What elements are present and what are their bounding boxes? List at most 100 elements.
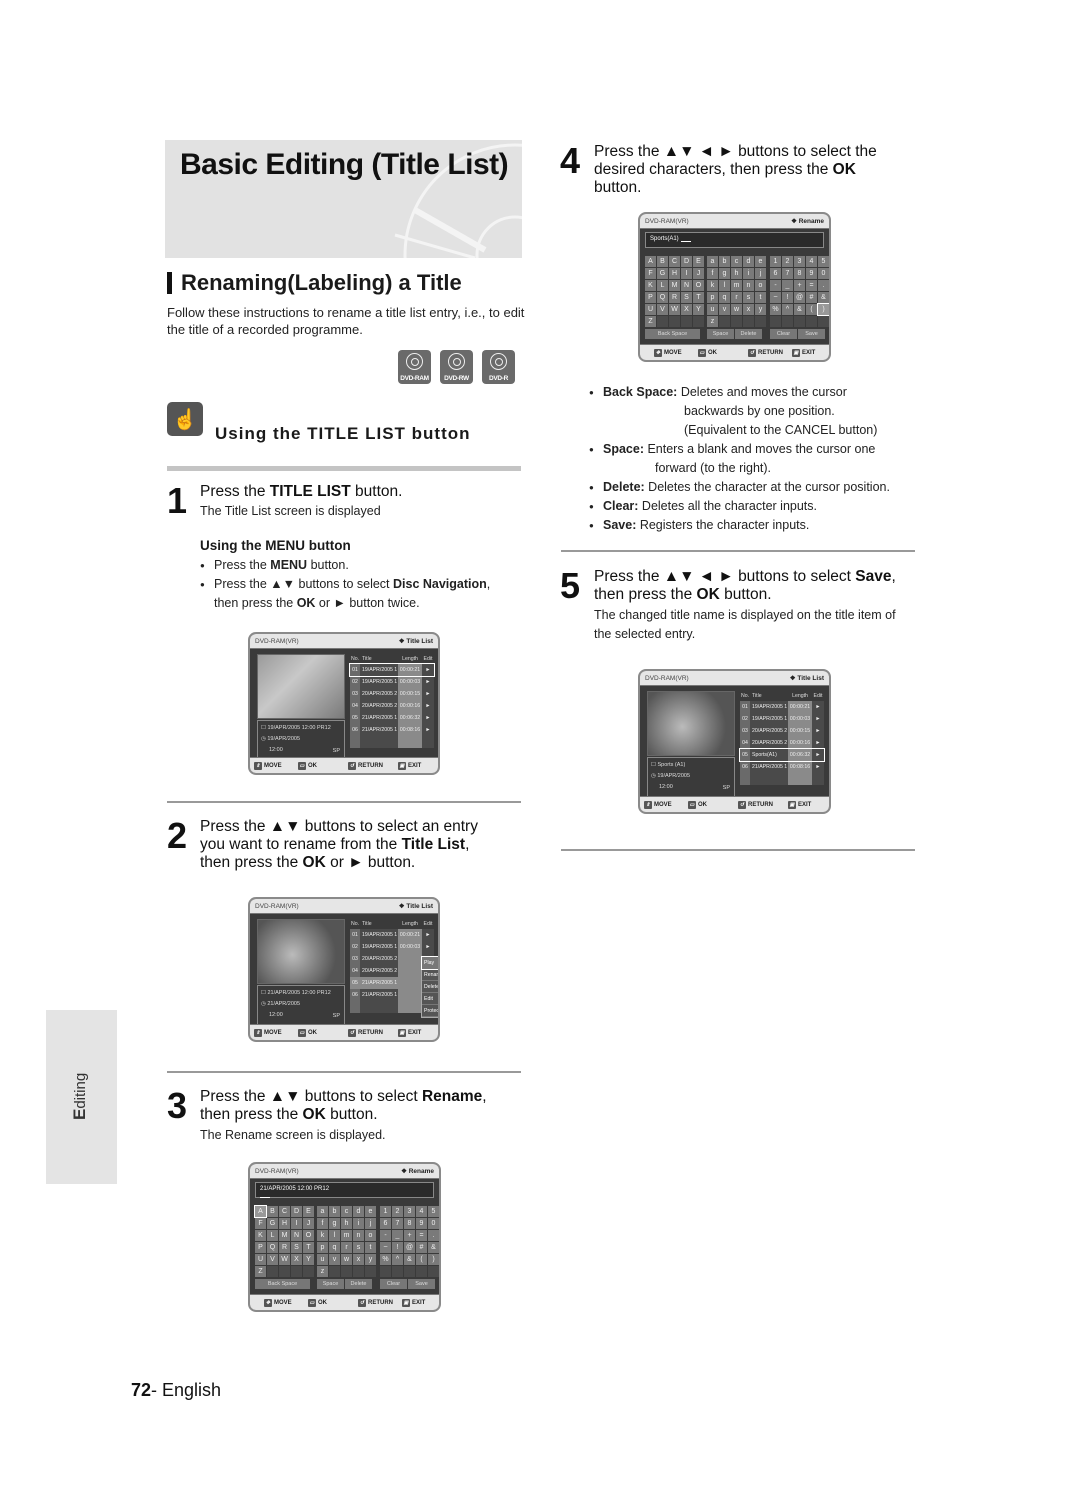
key[interactable]: & xyxy=(794,304,805,315)
key[interactable]: G xyxy=(267,1218,278,1229)
key[interactable]: T xyxy=(303,1242,314,1253)
key[interactable]: j xyxy=(365,1218,376,1229)
key[interactable]: F xyxy=(645,268,656,279)
key[interactable]: I xyxy=(291,1218,302,1229)
key[interactable]: D xyxy=(291,1206,302,1217)
key[interactable]: H xyxy=(669,268,680,279)
key[interactable]: e xyxy=(365,1206,376,1217)
key[interactable]: n xyxy=(353,1230,364,1241)
key[interactable]: % xyxy=(770,304,781,315)
key[interactable]: L xyxy=(657,280,668,291)
key[interactable]: & xyxy=(818,292,829,303)
space-button[interactable]: Space xyxy=(317,1279,344,1289)
key[interactable]: U xyxy=(255,1254,266,1265)
edit-arrow-icon[interactable]: ► xyxy=(422,712,434,724)
edit-arrow-icon[interactable]: ► xyxy=(812,749,824,761)
key[interactable]: l xyxy=(329,1230,340,1241)
key[interactable]: V xyxy=(657,304,668,315)
key[interactable]: h xyxy=(731,268,742,279)
key[interactable]: 3 xyxy=(794,256,805,267)
key[interactable]: 6 xyxy=(380,1218,391,1229)
key[interactable]: ~ xyxy=(770,292,781,303)
key[interactable]: Y xyxy=(303,1254,314,1265)
key[interactable]: a xyxy=(707,256,718,267)
key[interactable]: 2 xyxy=(782,256,793,267)
table-row[interactable]: 06 21/APR/2005 1 00:08:16 ► xyxy=(350,724,434,736)
edit-arrow-icon[interactable]: ► xyxy=(812,761,824,773)
back-space-button[interactable]: Back Space xyxy=(255,1279,310,1289)
key[interactable]: m xyxy=(341,1230,352,1241)
key[interactable]: g xyxy=(719,268,730,279)
key[interactable]: s xyxy=(353,1242,364,1253)
key[interactable]: + xyxy=(404,1230,415,1241)
key[interactable]: W xyxy=(279,1254,290,1265)
key[interactable]: - xyxy=(380,1230,391,1241)
popup-item-edit[interactable]: Edit xyxy=(422,993,438,1005)
key[interactable]: 0 xyxy=(428,1218,439,1229)
key[interactable]: 8 xyxy=(404,1218,415,1229)
table-row[interactable]: 02 19/APR/2005 1 00:00:03 ► xyxy=(740,713,824,725)
key[interactable]: h xyxy=(341,1218,352,1229)
key[interactable]: S xyxy=(681,292,692,303)
edit-arrow-icon[interactable]: ► xyxy=(422,700,434,712)
key[interactable]: z xyxy=(707,316,718,327)
edit-arrow-icon[interactable]: ► xyxy=(812,713,824,725)
key[interactable]: & xyxy=(404,1254,415,1265)
popup-item-play[interactable]: Play xyxy=(421,956,438,970)
table-row[interactable]: 05 21/APR/2005 1 00:06:32 ► xyxy=(350,712,434,724)
table-row[interactable]: 04 20/APR/2005 2 00:00:16 ► xyxy=(740,737,824,749)
key[interactable]: % xyxy=(380,1254,391,1265)
key[interactable]: 9 xyxy=(416,1218,427,1229)
key[interactable]: e xyxy=(755,256,766,267)
key[interactable]: N xyxy=(291,1230,302,1241)
key[interactable]: G xyxy=(657,268,668,279)
key[interactable]: g xyxy=(329,1218,340,1229)
key[interactable]: d xyxy=(743,256,754,267)
key[interactable]: O xyxy=(303,1230,314,1241)
key[interactable]: c xyxy=(731,256,742,267)
key[interactable]: X xyxy=(681,304,692,315)
key[interactable]: c xyxy=(341,1206,352,1217)
edit-arrow-icon[interactable]: ► xyxy=(422,688,434,700)
key[interactable]: x xyxy=(353,1254,364,1265)
edit-arrow-icon[interactable]: ► xyxy=(422,941,434,953)
key[interactable]: o xyxy=(755,280,766,291)
key[interactable]: n xyxy=(743,280,754,291)
key[interactable]: f xyxy=(707,268,718,279)
key[interactable]: N xyxy=(681,280,692,291)
key[interactable]: ) xyxy=(428,1254,439,1265)
key[interactable]: # xyxy=(806,292,817,303)
key[interactable]: 8 xyxy=(794,268,805,279)
key[interactable]: _ xyxy=(392,1230,403,1241)
key[interactable]: 5 xyxy=(818,256,829,267)
table-row[interactable]: 06 21/APR/2005 1 00:08:16 ► xyxy=(740,761,824,773)
key[interactable]: # xyxy=(416,1242,427,1253)
clear-button[interactable]: Clear xyxy=(770,329,797,339)
key[interactable]: s xyxy=(743,292,754,303)
key[interactable]: = xyxy=(416,1230,427,1241)
key[interactable]: t xyxy=(365,1242,376,1253)
key[interactable]: 1 xyxy=(770,256,781,267)
key[interactable]: D xyxy=(681,256,692,267)
key[interactable]: & xyxy=(428,1242,439,1253)
key[interactable]: k xyxy=(707,280,718,291)
key[interactable]: ~ xyxy=(380,1242,391,1253)
key[interactable]: f xyxy=(317,1218,328,1229)
edit-arrow-icon[interactable]: ► xyxy=(422,676,434,688)
key[interactable]: + xyxy=(794,280,805,291)
key[interactable]: 7 xyxy=(782,268,793,279)
title-name-input[interactable]: Sports(A1) xyxy=(645,232,824,248)
key[interactable]: 5 xyxy=(428,1206,439,1217)
key[interactable]: 4 xyxy=(416,1206,427,1217)
popup-item-protection[interactable]: Protection xyxy=(422,1005,438,1017)
delete-button[interactable]: Delete xyxy=(345,1279,372,1289)
key[interactable]: K xyxy=(645,280,656,291)
key[interactable]: I xyxy=(681,268,692,279)
key[interactable]: T xyxy=(693,292,704,303)
save-button[interactable]: Save xyxy=(408,1279,435,1289)
edit-arrow-icon[interactable]: ► xyxy=(422,929,434,941)
table-row[interactable]: 01 19/APR/2005 1 00:00:21 ► xyxy=(350,929,434,941)
key[interactable]: R xyxy=(669,292,680,303)
key[interactable]: j xyxy=(755,268,766,279)
key[interactable]: m xyxy=(731,280,742,291)
